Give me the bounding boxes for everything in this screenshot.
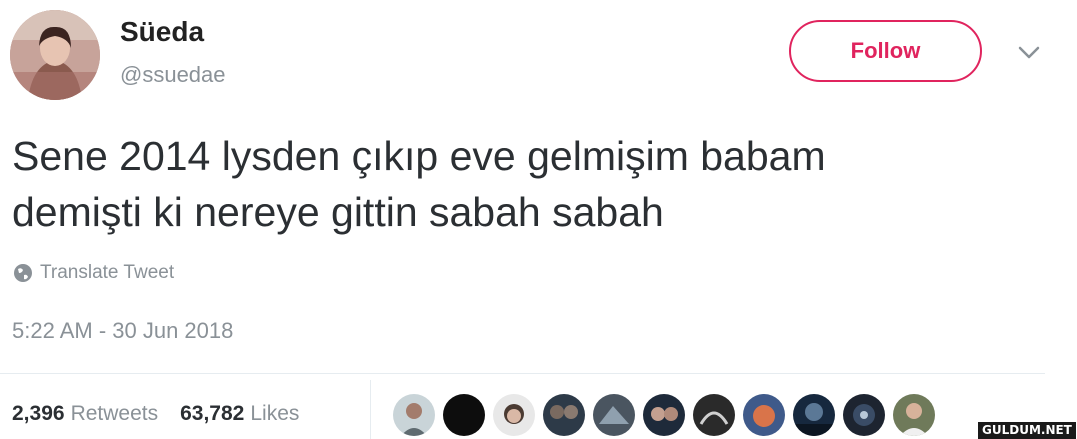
liker-avatar[interactable] <box>793 394 835 436</box>
liker-avatar[interactable] <box>843 394 885 436</box>
follow-button[interactable]: Follow <box>789 20 982 82</box>
display-name[interactable]: Süeda <box>120 16 204 48</box>
translate-tweet-link[interactable]: Translate Tweet <box>13 262 174 284</box>
liker-avatar[interactable] <box>493 394 535 436</box>
retweets-label[interactable]: Retweets <box>71 402 159 426</box>
liker-avatar[interactable] <box>693 394 735 436</box>
liker-avatar[interactable] <box>593 394 635 436</box>
watermark: GULDUM.NET <box>978 422 1076 439</box>
liker-avatar[interactable] <box>443 394 485 436</box>
user-handle[interactable]: @ssuedae <box>120 62 226 88</box>
tweet-line: demişti ki nereye gittin sabah sabah <box>12 189 664 235</box>
retweets-count[interactable]: 2,396 <box>12 402 65 426</box>
liker-avatar[interactable] <box>743 394 785 436</box>
likes-count[interactable]: 63,782 <box>180 402 244 426</box>
translate-label[interactable]: Translate Tweet <box>40 262 174 284</box>
liker-avatar[interactable] <box>643 394 685 436</box>
tweet-text: Sene 2014 lysden çıkıp eve gelmişim baba… <box>12 128 1052 240</box>
tweet-line: Sene 2014 lysden çıkıp eve gelmişim baba… <box>12 133 826 179</box>
divider <box>0 373 1045 374</box>
liker-avatar[interactable] <box>393 394 435 436</box>
chevron-down-icon[interactable] <box>1014 40 1044 64</box>
liker-avatars <box>393 394 943 436</box>
likes-label[interactable]: Likes <box>250 402 299 426</box>
liker-avatar[interactable] <box>893 394 935 436</box>
tweet-stats: 2,396 Retweets 63,782 Likes <box>12 402 321 426</box>
stats-divider <box>370 380 371 439</box>
tweet-timestamp[interactable]: 5:22 AM - 30 Jun 2018 <box>12 318 233 344</box>
liker-avatar[interactable] <box>543 394 585 436</box>
profile-avatar[interactable] <box>10 10 100 100</box>
avatar-image <box>10 10 100 100</box>
globe-icon <box>14 264 32 282</box>
